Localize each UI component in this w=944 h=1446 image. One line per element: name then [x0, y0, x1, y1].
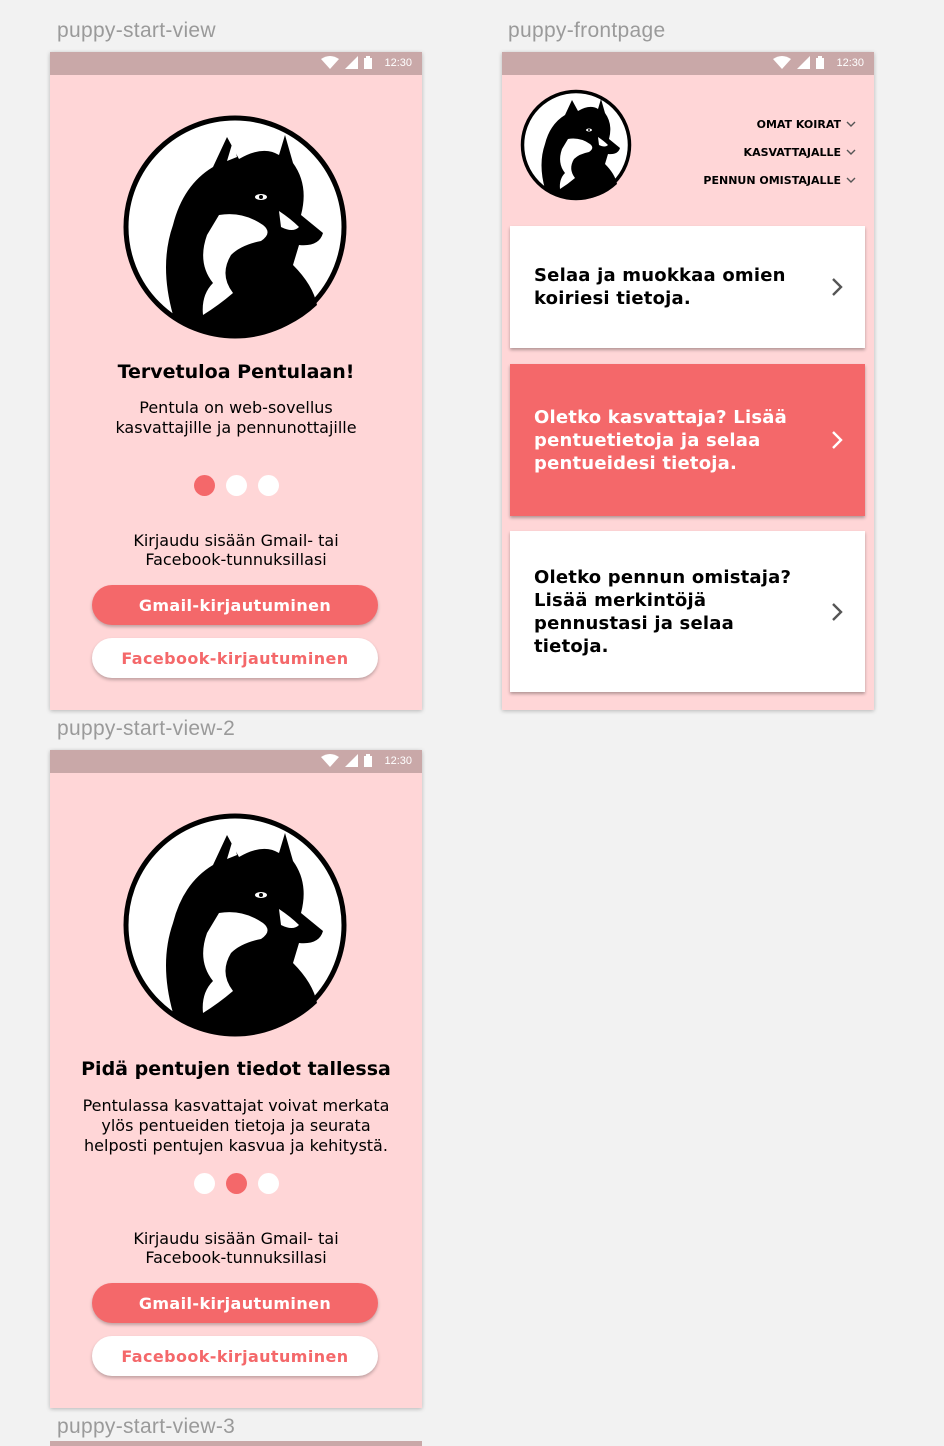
- artboard-label-start-view-2: puppy-start-view-2: [57, 717, 236, 740]
- card-line: pentuetietoja ja selaa: [534, 429, 761, 451]
- pager-dot-3[interactable]: [257, 475, 279, 496]
- login-instructions: Kirjaudu sisään Gmail- tai Facebook-tunn…: [50, 531, 422, 569]
- status-bar: 12:30: [502, 52, 874, 75]
- chevron-right-icon: [832, 431, 843, 449]
- signal-icon: [345, 754, 359, 767]
- login-instructions: Kirjaudu sisään Gmail- tai Facebook-tunn…: [50, 1229, 422, 1267]
- wifi-icon: [321, 754, 340, 767]
- status-time: 12:30: [384, 56, 412, 69]
- dog-logo[interactable]: [520, 89, 632, 205]
- main-nav: OMAT KOIRAT KASVATTAJALLE PENNUN OMISTAJ…: [703, 110, 856, 194]
- signal-icon: [345, 56, 359, 69]
- pager-dot-3[interactable]: [257, 1173, 279, 1194]
- chevron-down-icon: [846, 177, 856, 183]
- nav-label: OMAT KOIRAT: [756, 117, 841, 131]
- pager-dots: [50, 475, 422, 496]
- card-breeder[interactable]: Oletko kasvattaja? Lisää pentuetietoja j…: [510, 364, 865, 516]
- artboard-label-start-view-3: puppy-start-view-3: [57, 1415, 236, 1438]
- subtitle-line: Pentula on web-sovellus: [139, 398, 333, 417]
- card-text: Oletko pennun omistaja? Lisää merkintöjä…: [534, 531, 804, 692]
- dog-logo: [123, 813, 347, 1041]
- gmail-login-button[interactable]: Gmail-kirjautuminen: [92, 1283, 378, 1323]
- artboard-label-frontpage: puppy-frontpage: [508, 19, 666, 42]
- facebook-login-button[interactable]: Facebook-kirjautuminen: [92, 638, 378, 678]
- battery-icon: [816, 56, 825, 69]
- gmail-login-button[interactable]: Gmail-kirjautuminen: [92, 585, 378, 625]
- signal-icon: [797, 56, 811, 69]
- login-line: Kirjaudu sisään Gmail- tai: [133, 531, 339, 550]
- nav-item-omat-koirat[interactable]: OMAT KOIRAT: [703, 110, 856, 138]
- feature-title: Pidä pentujen tiedot tallessa: [81, 1058, 391, 1080]
- welcome-title: Tervetuloa Pentulaan!: [117, 361, 355, 383]
- chevron-right-icon: [832, 602, 843, 621]
- subtitle-line: helposti pentujen kasvua ja kehitystä.: [84, 1136, 388, 1155]
- battery-icon: [364, 56, 373, 69]
- card-line: Oletko kasvattaja? Lisää: [534, 406, 787, 428]
- pager-dot-2[interactable]: [225, 1173, 247, 1194]
- card-puppy-owner[interactable]: Oletko pennun omistaja? Lisää merkintöjä…: [510, 531, 865, 692]
- nav-item-kasvattajalle[interactable]: KASVATTAJALLE: [703, 138, 856, 166]
- login-line: Facebook-tunnuksillasi: [145, 1248, 327, 1267]
- artboard-label-start-view: puppy-start-view: [57, 19, 216, 42]
- status-bar: 12:30: [50, 52, 422, 75]
- facebook-login-button[interactable]: Facebook-kirjautuminen: [92, 1336, 378, 1376]
- chevron-down-icon: [846, 121, 856, 127]
- card-text: Selaa ja muokkaa omien koiriesi tietoja.: [534, 226, 804, 348]
- chevron-right-icon: [832, 278, 843, 296]
- battery-icon: [364, 754, 373, 767]
- dog-logo: [123, 115, 347, 343]
- card-text: Oletko kasvattaja? Lisää pentuetietoja j…: [534, 364, 804, 516]
- card-line: Selaa ja muokkaa omien: [534, 265, 786, 286]
- pager-dot-1[interactable]: [193, 475, 215, 496]
- phone-start-view: 12:30 Tervetuloa Pentulaan! Pentula on w…: [50, 52, 422, 710]
- wifi-icon: [321, 56, 340, 69]
- subtitle-line: ylös pentueiden tietoja ja seurata: [101, 1116, 371, 1135]
- chevron-down-icon: [846, 149, 856, 155]
- nav-label: KASVATTAJALLE: [743, 145, 841, 159]
- subtitle-line: kasvattajille ja pennunottajille: [115, 418, 357, 437]
- phone-frontpage: 12:30 OMAT KOIRAT KASVATTAJALLE PENNUN O…: [502, 52, 874, 710]
- login-line: Kirjaudu sisään Gmail- tai: [133, 1229, 339, 1248]
- pager-dots: [50, 1173, 422, 1194]
- feature-subtitle: Pentulassa kasvattajat voivat merkata yl…: [50, 1096, 422, 1156]
- dog-logo-icon: [520, 89, 632, 201]
- nav-label: PENNUN OMISTAJALLE: [703, 173, 841, 187]
- nav-item-pennun-omistajalle[interactable]: PENNUN OMISTAJALLE: [703, 166, 856, 194]
- pager-dot-2[interactable]: [225, 475, 247, 496]
- phone-start-view-2: 12:30 Pidä pentujen tiedot tallessa Pent…: [50, 750, 422, 1408]
- login-line: Facebook-tunnuksillasi: [145, 550, 327, 569]
- pager-dot-1[interactable]: [193, 1173, 215, 1194]
- card-line: pennustasi ja selaa: [534, 612, 734, 634]
- dog-logo-icon: [123, 813, 347, 1037]
- welcome-subtitle: Pentula on web-sovellus kasvattajille ja…: [50, 398, 422, 438]
- card-own-dogs[interactable]: Selaa ja muokkaa omien koiriesi tietoja.: [510, 226, 865, 348]
- status-bar: 12:30: [50, 750, 422, 773]
- card-line: pentueidesi tietoja.: [534, 452, 738, 474]
- status-time: 12:30: [384, 754, 412, 767]
- wifi-icon: [773, 56, 792, 69]
- phone-start-view-3-edge: [50, 1441, 422, 1446]
- card-line: Lisää merkintöjä: [534, 589, 707, 611]
- status-time: 12:30: [836, 56, 864, 69]
- dog-logo-icon: [123, 115, 347, 339]
- subtitle-line: Pentulassa kasvattajat voivat merkata: [82, 1096, 390, 1115]
- card-line: Oletko pennun omistaja?: [534, 566, 792, 588]
- card-line: tietoja.: [534, 635, 609, 657]
- card-line: koiriesi tietoja.: [534, 288, 691, 309]
